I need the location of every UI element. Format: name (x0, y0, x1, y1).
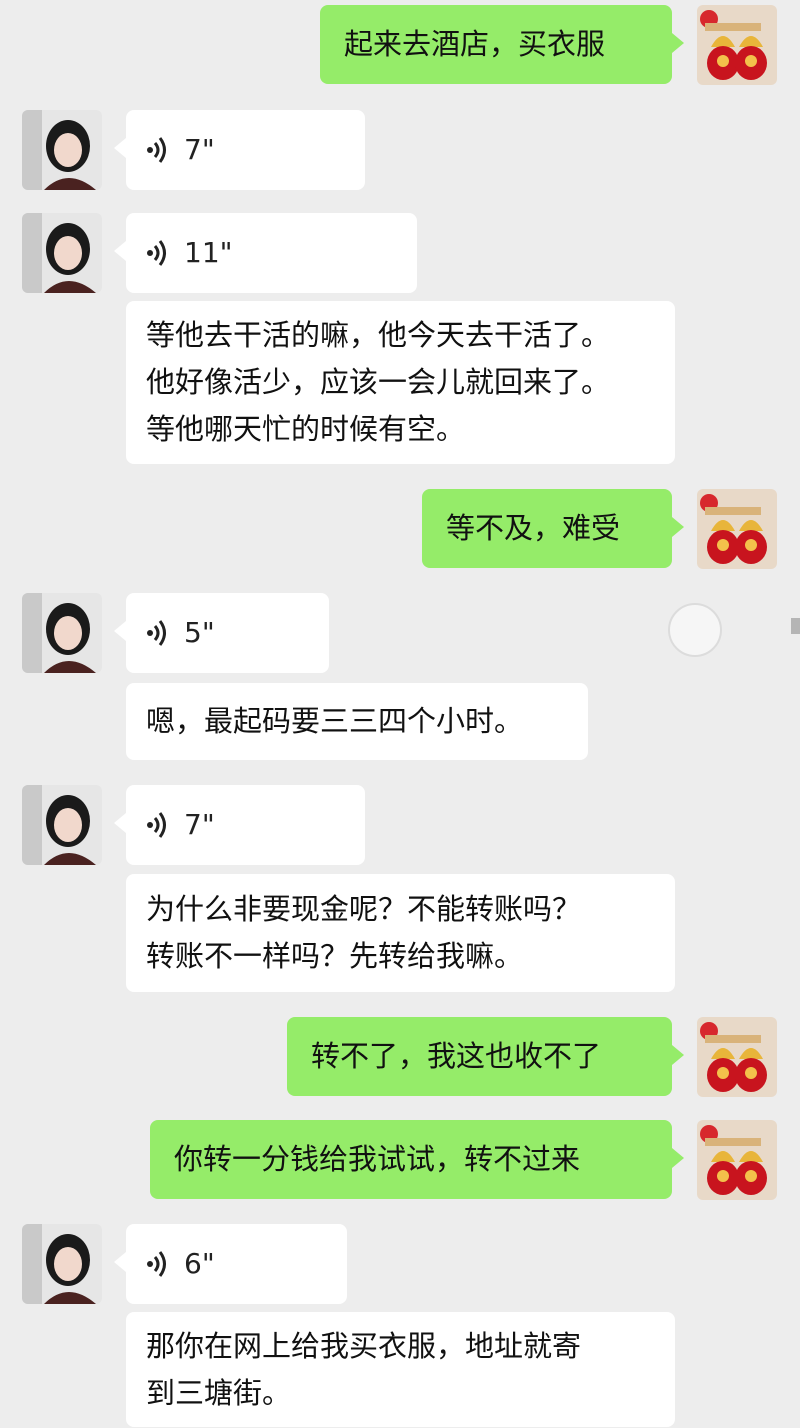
contact-avatar[interactable] (22, 213, 102, 293)
voice-message-bubble[interactable]: 7" (114, 110, 365, 190)
voice-message-bubble[interactable]: 6" (114, 1224, 347, 1304)
voice-duration: 6" (184, 1247, 215, 1280)
floating-circle-button[interactable] (668, 603, 722, 657)
voice-message-bubble[interactable]: 5" (114, 593, 329, 673)
voice-wave-icon (147, 812, 166, 838)
voice-duration: 11" (184, 236, 233, 269)
contact-avatar[interactable] (22, 110, 102, 190)
outgoing-text-bubble[interactable]: 转不了，我这也收不了 (287, 1017, 684, 1096)
voice-duration: 7" (184, 133, 215, 166)
outgoing-text-bubble[interactable]: 等不及，难受 (422, 489, 684, 568)
woman-portrait-avatar-icon (22, 1224, 102, 1304)
contact-avatar[interactable] (22, 1224, 102, 1304)
message-text: 你转一分钱给我试试，转不过来 (174, 1142, 581, 1176)
self-avatar[interactable] (697, 1017, 777, 1097)
incoming-text-bubble[interactable]: 为什么非要现金呢？不能转账吗？ 转账不一样吗？先转给我嘛。 (126, 874, 675, 992)
contact-avatar[interactable] (22, 785, 102, 865)
self-avatar[interactable] (697, 5, 777, 85)
incoming-text-bubble[interactable]: 嗯，最起码要三三四个小时。 (126, 683, 588, 760)
voice-wave-icon (147, 1251, 166, 1277)
scroll-indicator[interactable] (791, 618, 800, 634)
message-text: 为什么非要现金呢？不能转账吗？ 转账不一样吗？先转给我嘛。 (146, 892, 582, 973)
voice-wave-icon (147, 620, 166, 646)
voice-duration: 7" (184, 808, 215, 841)
contact-avatar[interactable] (22, 593, 102, 673)
woman-portrait-avatar-icon (22, 593, 102, 673)
outgoing-text-bubble[interactable]: 起来去酒店，买衣服 (320, 5, 684, 84)
message-text: 嗯，最起码要三三四个小时。 (146, 704, 524, 738)
self-avatar[interactable] (697, 489, 777, 569)
lucky-bag-avatar-icon (697, 5, 777, 85)
incoming-text-bubble[interactable]: 等他去干活的嘛，他今天去干活了。 他好像活少，应该一会儿就回来了。 等他哪天忙的… (126, 301, 675, 464)
lucky-bag-avatar-icon (697, 1017, 777, 1097)
incoming-text-bubble[interactable]: 那你在网上给我买衣服，地址就寄 到三塘街。 (126, 1312, 675, 1427)
outgoing-text-bubble[interactable]: 你转一分钱给我试试，转不过来 (150, 1120, 684, 1199)
woman-portrait-avatar-icon (22, 110, 102, 190)
message-text: 等不及，难受 (446, 511, 621, 545)
voice-duration: 5" (184, 616, 215, 649)
message-text: 那你在网上给我买衣服，地址就寄 到三塘街。 (146, 1329, 582, 1410)
self-avatar[interactable] (697, 1120, 777, 1200)
voice-message-bubble[interactable]: 7" (114, 785, 365, 865)
lucky-bag-avatar-icon (697, 1120, 777, 1200)
woman-portrait-avatar-icon (22, 785, 102, 865)
woman-portrait-avatar-icon (22, 213, 102, 293)
voice-wave-icon (147, 137, 166, 163)
voice-wave-icon (147, 240, 166, 266)
lucky-bag-avatar-icon (697, 489, 777, 569)
message-text: 起来去酒店，买衣服 (344, 27, 606, 61)
message-text: 转不了，我这也收不了 (311, 1039, 602, 1073)
message-text: 等他去干活的嘛，他今天去干活了。 他好像活少，应该一会儿就回来了。 等他哪天忙的… (146, 318, 611, 446)
voice-message-bubble[interactable]: 11" (114, 213, 417, 293)
